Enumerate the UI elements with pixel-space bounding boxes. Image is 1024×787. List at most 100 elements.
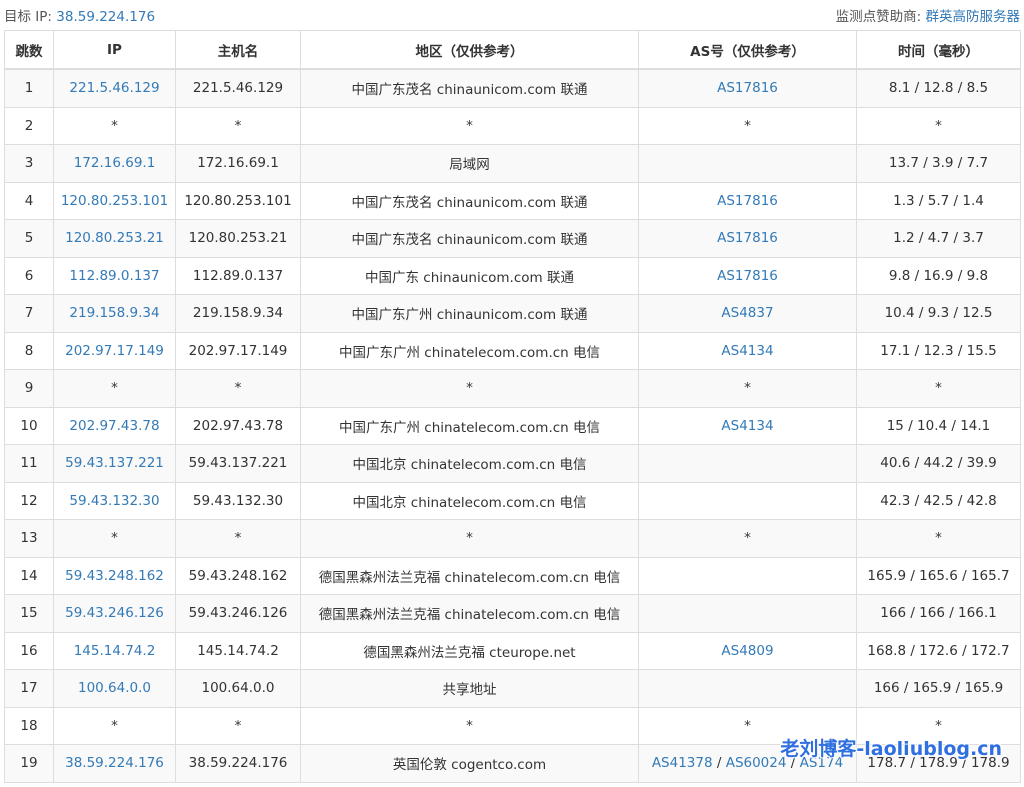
ip-link[interactable]: 112.89.0.137 xyxy=(53,256,176,295)
ip-link[interactable]: 59.43.137.221 xyxy=(53,444,176,483)
region-cell: * xyxy=(300,706,639,745)
hop-cell: 8 xyxy=(4,331,54,370)
asn-link[interactable]: AS17816 xyxy=(717,268,778,284)
ip-link[interactable]: 100.64.0.0 xyxy=(53,669,176,708)
time-cell: 166 / 165.9 / 165.9 xyxy=(856,669,1021,708)
time-cell: 13.7 / 3.9 / 7.7 xyxy=(856,144,1021,183)
table-row: 16 145.14.74.2 145.14.74.2 德国黑森州法兰克福 cteuro… xyxy=(4,631,1021,670)
region-cell: 英国伦敦 cogentco.com xyxy=(300,744,639,783)
time-cell: 166 / 166 / 166.1 xyxy=(856,594,1021,633)
asn-link[interactable]: AS17816 xyxy=(717,230,778,246)
region-cell: 中国广东广州 chinatelecom.com.cn 电信 xyxy=(300,331,639,370)
time-cell: 10.4 / 9.3 / 12.5 xyxy=(856,294,1021,333)
ip-link[interactable]: 145.14.74.2 xyxy=(53,631,176,670)
asn-separator: / xyxy=(712,755,726,772)
asn-cell: AS4134 xyxy=(638,331,857,370)
asn-link[interactable]: AS4809 xyxy=(721,643,773,659)
hop-cell: 18 xyxy=(4,706,54,745)
asn-cell xyxy=(638,556,857,595)
hostname-cell: 221.5.46.129 xyxy=(175,68,301,108)
asn-link[interactable]: AS4134 xyxy=(721,418,773,434)
hop-cell: 7 xyxy=(4,294,54,333)
asn-cell: AS41378 / AS60024 / AS174 xyxy=(638,744,857,783)
time-cell: 1.2 / 4.7 / 3.7 xyxy=(856,219,1021,258)
region-cell: 中国广东广州 chinaunicom.com 联通 xyxy=(300,294,639,333)
table-header-row: 跳数 IP 主机名 地区（仅供参考） AS号（仅供参考） 时间（毫秒） xyxy=(4,30,1021,70)
col-hop-header: 跳数 xyxy=(4,30,54,70)
time-cell: * xyxy=(856,369,1021,408)
asn-cell: AS17816 xyxy=(638,256,857,295)
target-info: 目标 IP: 38.59.224.176 xyxy=(4,5,155,25)
hop-cell: 15 xyxy=(4,594,54,633)
ip-link[interactable]: 120.80.253.21 xyxy=(53,219,176,258)
ip-cell: * xyxy=(53,519,176,558)
asn-link[interactable]: AS174 xyxy=(800,755,844,771)
target-ip-link[interactable]: 38.59.224.176 xyxy=(56,9,155,25)
ip-link[interactable]: 202.97.17.149 xyxy=(53,331,176,370)
col-hostname-header: 主机名 xyxy=(175,30,301,70)
col-region-header: 地区（仅供参考） xyxy=(300,30,639,70)
table-row: 10 202.97.43.78 202.97.43.78 中国广东广州 chinate… xyxy=(4,406,1021,445)
asn-cell: * xyxy=(638,106,857,145)
table-row: 17 100.64.0.0 100.64.0.0 共享地址 166 / 165.9 / … xyxy=(4,669,1021,708)
time-cell: 17.1 / 12.3 / 15.5 xyxy=(856,331,1021,370)
hop-cell: 17 xyxy=(4,669,54,708)
region-cell: 中国广东广州 chinatelecom.com.cn 电信 xyxy=(300,406,639,445)
ip-link[interactable]: 59.43.248.162 xyxy=(53,556,176,595)
hostname-cell: 172.16.69.1 xyxy=(175,144,301,183)
hop-cell: 10 xyxy=(4,406,54,445)
time-cell: 15 / 10.4 / 14.1 xyxy=(856,406,1021,445)
region-cell: 中国北京 chinatelecom.com.cn 电信 xyxy=(300,444,639,483)
target-ip-label: 目标 IP: xyxy=(4,9,52,25)
ip-link[interactable]: 120.80.253.101 xyxy=(53,181,176,220)
hop-cell: 12 xyxy=(4,481,54,520)
region-cell: 局域网 xyxy=(300,144,639,183)
hop-cell: 13 xyxy=(4,519,54,558)
region-cell: 中国广东茂名 chinaunicom.com 联通 xyxy=(300,219,639,258)
asn-cell xyxy=(638,444,857,483)
ip-link[interactable]: 219.158.9.34 xyxy=(53,294,176,333)
ip-link[interactable]: 38.59.224.176 xyxy=(53,744,176,783)
ip-link[interactable]: 59.43.132.30 xyxy=(53,481,176,520)
asn-cell xyxy=(638,144,857,183)
ip-link[interactable]: 172.16.69.1 xyxy=(53,144,176,183)
hostname-cell: 202.97.17.149 xyxy=(175,331,301,370)
hostname-cell: * xyxy=(175,706,301,745)
asn-link[interactable]: AS17816 xyxy=(717,80,778,96)
time-cell: 178.7 / 178.9 / 178.9 xyxy=(856,744,1021,783)
traceroute-table: 跳数 IP 主机名 地区（仅供参考） AS号（仅供参考） 时间（毫秒） 1 2 21… xyxy=(4,30,1021,783)
hostname-cell: * xyxy=(175,519,301,558)
table-row: 11 59.43.137.221 59.43.137.221 中国北京 chinate… xyxy=(4,444,1021,483)
table-row: 12 59.43.132.30 59.43.132.30 中国北京 chinatele… xyxy=(4,481,1021,520)
asn-link[interactable]: AS4134 xyxy=(721,343,773,359)
asn-cell: AS4809 xyxy=(638,631,857,670)
ip-cell: * xyxy=(53,106,176,145)
region-cell: 中国北京 chinatelecom.com.cn 电信 xyxy=(300,481,639,520)
asn-cell xyxy=(638,669,857,708)
asn-link[interactable]: AS60024 xyxy=(726,755,787,771)
table-row: 4 120.80.253.101 120.80.253.101 中国广东茂名 chin… xyxy=(4,181,1021,220)
hop-cell: 14 xyxy=(4,556,54,595)
hostname-cell: * xyxy=(175,369,301,408)
asn-cell: * xyxy=(638,519,857,558)
asn-placeholder: * xyxy=(744,380,751,397)
time-cell: 8.1 / 12.8 / 8.5 xyxy=(856,68,1021,108)
asn-placeholder: * xyxy=(744,117,751,134)
asn-link[interactable]: AS4837 xyxy=(721,305,773,321)
table-row: 2 * * * * * xyxy=(4,106,1021,145)
ip-link[interactable]: 202.97.43.78 xyxy=(53,406,176,445)
hop-cell: 11 xyxy=(4,444,54,483)
hostname-cell: 100.64.0.0 xyxy=(175,669,301,708)
hostname-cell: 112.89.0.137 xyxy=(175,256,301,295)
table-row: 19 38.59.224.176 38.59.224.176 英国伦敦 cogentc… xyxy=(4,744,1021,783)
ip-link[interactable]: 59.43.246.126 xyxy=(53,594,176,633)
asn-cell xyxy=(638,594,857,633)
sponsor-link[interactable]: 群英高防服务器 xyxy=(926,9,1021,25)
asn-link[interactable]: AS17816 xyxy=(717,193,778,209)
region-cell: 德国黑森州法兰克福 chinatelecom.com.cn 电信 xyxy=(300,594,639,633)
hop-cell: 4 xyxy=(4,181,54,220)
hostname-cell: 120.80.253.21 xyxy=(175,219,301,258)
table-row: 15 59.43.246.126 59.43.246.126 德国黑森州法兰克福 ch… xyxy=(4,594,1021,633)
asn-link[interactable]: AS41378 xyxy=(652,755,713,771)
ip-link[interactable]: 221.5.46.129 xyxy=(53,68,176,108)
